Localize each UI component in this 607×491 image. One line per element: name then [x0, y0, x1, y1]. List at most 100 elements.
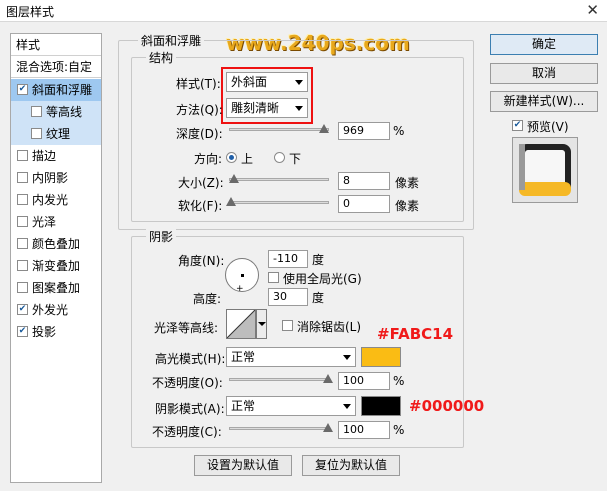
style-item-checkbox[interactable]: ✔ — [17, 326, 28, 337]
cancel-button[interactable]: 取消 — [490, 63, 598, 84]
new-style-button[interactable]: 新建样式(W)... — [490, 91, 598, 112]
highlight-color-annotation: #FABC14 — [377, 325, 454, 343]
highlight-mode-value: 正常 — [231, 350, 256, 364]
soften-slider-track[interactable] — [229, 201, 329, 204]
contour-curve-icon — [226, 309, 256, 339]
style-item-checkbox[interactable] — [17, 172, 28, 183]
depth-slider-track[interactable] — [229, 128, 329, 131]
size-unit: 像素 — [395, 176, 420, 190]
preview-checkbox[interactable]: ✔ — [512, 120, 523, 131]
gloss-contour-thumbnail[interactable] — [226, 309, 256, 339]
shadow-opacity-label: 不透明度(C): — [152, 425, 222, 439]
highlight-opacity-unit: % — [393, 374, 405, 388]
style-item[interactable]: 图案叠加 — [11, 277, 101, 299]
highlight-mode-select[interactable]: 正常 — [226, 347, 356, 367]
technique-value: 雕刻清晰 — [231, 101, 280, 115]
style-item-label: 光泽 — [32, 215, 57, 229]
style-item-checkbox[interactable] — [17, 282, 28, 293]
global-light-checkbox[interactable] — [268, 272, 279, 283]
shading-title: 阴影 — [146, 228, 177, 245]
style-item-label: 纹理 — [46, 127, 71, 141]
gloss-contour-dropdown[interactable] — [256, 309, 267, 339]
highlight-opacity-thumb[interactable] — [323, 374, 333, 383]
depth-input[interactable]: 969 — [338, 122, 390, 140]
shadow-opacity-input[interactable]: 100 — [338, 421, 390, 439]
reset-default-button[interactable]: 复位为默认值 — [302, 455, 400, 476]
soften-unit: 像素 — [395, 199, 420, 213]
shadow-mode-select[interactable]: 正常 — [226, 396, 356, 416]
angle-dial[interactable]: + — [225, 258, 259, 294]
style-item[interactable]: 渐变叠加 — [11, 255, 101, 277]
angle-label: 角度(N): — [178, 254, 225, 268]
style-item[interactable]: 颜色叠加 — [11, 233, 101, 255]
style-item-checkbox[interactable] — [17, 150, 28, 161]
direction-up-radio[interactable] — [226, 152, 237, 163]
style-value: 外斜面 — [231, 75, 268, 89]
highlight-mode-label: 高光模式(H): — [155, 352, 226, 366]
style-item-checkbox[interactable]: ✔ — [17, 304, 28, 315]
shadow-opacity-thumb[interactable] — [323, 423, 333, 432]
shadow-mode-label: 阴影模式(A): — [155, 402, 225, 416]
style-item[interactable]: 内发光 — [11, 189, 101, 211]
style-select[interactable]: 外斜面 — [226, 72, 308, 92]
style-item[interactable]: 内阴影 — [11, 167, 101, 189]
size-slider-track[interactable] — [229, 178, 329, 181]
angle-input[interactable]: -110 — [268, 250, 308, 268]
shadow-opacity-track[interactable] — [229, 427, 329, 430]
technique-label: 方法(Q): — [176, 103, 223, 117]
style-item-label: 外发光 — [32, 303, 69, 317]
direction-up-label: 上 — [241, 152, 254, 166]
direction-down-radio[interactable] — [274, 152, 285, 163]
style-item[interactable]: 光泽 — [11, 211, 101, 233]
shadow-opacity-unit: % — [393, 423, 405, 437]
styles-header[interactable]: 样式 — [11, 34, 101, 56]
style-item-label: 渐变叠加 — [32, 259, 81, 273]
style-item-checkbox[interactable] — [31, 128, 42, 139]
style-item[interactable]: ✔ 投影 — [11, 321, 101, 343]
antialias-checkbox[interactable] — [282, 320, 293, 331]
style-item-checkbox[interactable] — [17, 260, 28, 271]
antialias-label: 消除锯齿(L) — [297, 320, 362, 334]
highlight-opacity-input[interactable]: 100 — [338, 372, 390, 390]
style-item[interactable]: 描边 — [11, 145, 101, 167]
soften-input[interactable]: 0 — [338, 195, 390, 213]
direction-down-label: 下 — [289, 152, 302, 166]
title-bar: 图层样式 ✕ — [0, 0, 607, 22]
bevel-emboss-title: 斜面和浮雕 — [138, 32, 205, 49]
altitude-label: 高度: — [193, 292, 222, 306]
highlight-opacity-track[interactable] — [229, 378, 329, 381]
gloss-contour-label: 光泽等高线: — [154, 321, 219, 335]
technique-select[interactable]: 雕刻清晰 — [226, 98, 308, 118]
style-item[interactable]: ✔ 外发光 — [11, 299, 101, 321]
preview-swatch-icon — [519, 144, 571, 196]
global-light-label: 使用全局光(G) — [283, 272, 362, 286]
preview-label: 预览(V) — [527, 120, 569, 134]
blend-options-item[interactable]: 混合选项:自定 — [11, 56, 101, 78]
style-item-label: 描边 — [32, 149, 57, 163]
style-preview — [512, 137, 578, 203]
style-item-checkbox[interactable] — [17, 238, 28, 249]
style-item-label: 斜面和浮雕 — [32, 83, 93, 97]
style-item-checkbox[interactable] — [31, 106, 42, 117]
style-item-checkbox[interactable]: ✔ — [17, 84, 28, 95]
highlight-color-swatch[interactable] — [361, 347, 401, 367]
make-default-button[interactable]: 设置为默认值 — [194, 455, 292, 476]
style-item[interactable]: 等高线 — [11, 101, 101, 123]
size-input[interactable]: 8 — [338, 172, 390, 190]
size-slider-thumb[interactable] — [228, 174, 239, 183]
style-item[interactable]: 纹理 — [11, 123, 101, 145]
depth-slider-thumb[interactable] — [319, 124, 330, 133]
depth-unit: % — [393, 124, 405, 138]
soften-slider-thumb[interactable] — [226, 197, 236, 206]
shadow-color-swatch[interactable] — [361, 396, 401, 416]
style-item-checkbox[interactable] — [17, 194, 28, 205]
altitude-input[interactable]: 30 — [268, 288, 308, 306]
style-item[interactable]: ✔ 斜面和浮雕 — [11, 79, 101, 101]
shadow-color-annotation: #000000 — [409, 397, 485, 415]
style-label: 样式(T): — [176, 77, 221, 91]
style-item-checkbox[interactable] — [17, 216, 28, 227]
ok-button[interactable]: 确定 — [490, 34, 598, 55]
chevron-down-icon — [295, 80, 303, 85]
direction-label: 方向: — [194, 152, 223, 166]
close-icon[interactable]: ✕ — [586, 1, 599, 19]
